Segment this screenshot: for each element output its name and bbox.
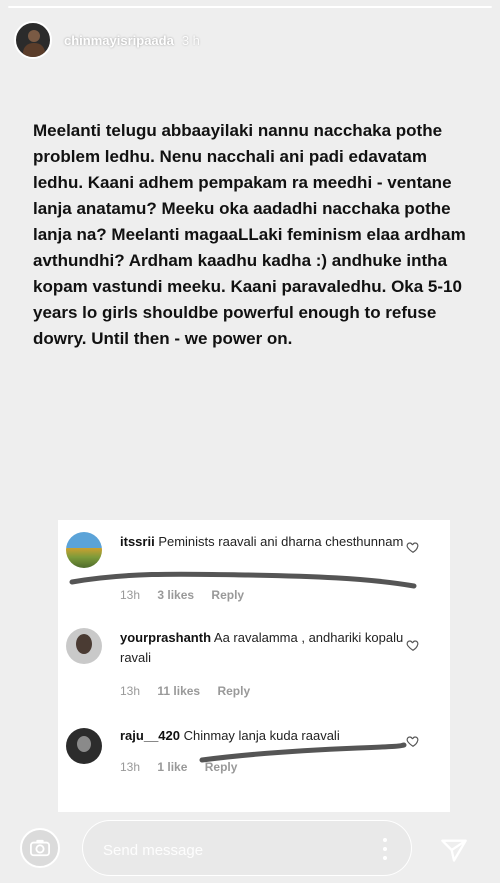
comment-username: raju__420 [120,728,180,743]
comment-likes: 3 likes [157,588,195,602]
commenter-avatar [66,532,102,568]
story-caption: Meelanti telugu abbaayilaki nannu naccha… [33,121,466,348]
send-message-box[interactable] [82,820,412,876]
story-header: chinmayisripaada 3 h [14,21,200,59]
camera-icon [30,839,50,857]
post-time: 3 h [181,32,200,48]
comment-screenshot: itssrii Peminists raavali ani dharna che… [58,520,450,812]
heart-icon [406,640,419,651]
story-progress-bar [8,6,492,8]
comment-time: 13h [120,760,141,774]
comment-likes: 1 like [157,760,188,774]
send-icon[interactable] [440,836,468,864]
more-icon[interactable] [383,838,387,860]
comment-time: 13h [120,684,141,698]
heart-icon [406,736,419,747]
redaction-scribble [199,742,407,763]
profile-avatar[interactable] [14,21,52,59]
heart-icon [406,542,419,553]
reply-link: Reply [211,588,245,602]
camera-button[interactable] [20,828,60,868]
comment-username: yourprashanth [120,630,212,645]
send-message-input[interactable] [101,837,345,863]
comment-likes: 11 likes [157,684,201,698]
comment-meta: 13h 3 likes Reply [120,588,258,602]
commenter-avatar [66,628,102,664]
comment-time: 13h [120,588,141,602]
story-view: chinmayisripaada 3 h Meelanti telugu abb… [0,0,500,883]
username[interactable]: chinmayisripaada [64,33,174,48]
reply-link: Reply [217,684,251,698]
comment-meta: 13h 11 likes Reply [120,684,264,698]
comment-text: Chinmay lanja kuda raavali [183,728,340,743]
comment-text: Peminists raavali ani dharna chesthunnam [158,534,404,549]
comment-username: itssrii [120,534,155,549]
comment-body: yourprashanth Aa ravalamma , andhariki k… [120,628,410,668]
redaction-scribble [69,571,417,589]
commenter-avatar [66,728,102,764]
comment-body: itssrii Peminists raavali ani dharna che… [120,532,410,552]
